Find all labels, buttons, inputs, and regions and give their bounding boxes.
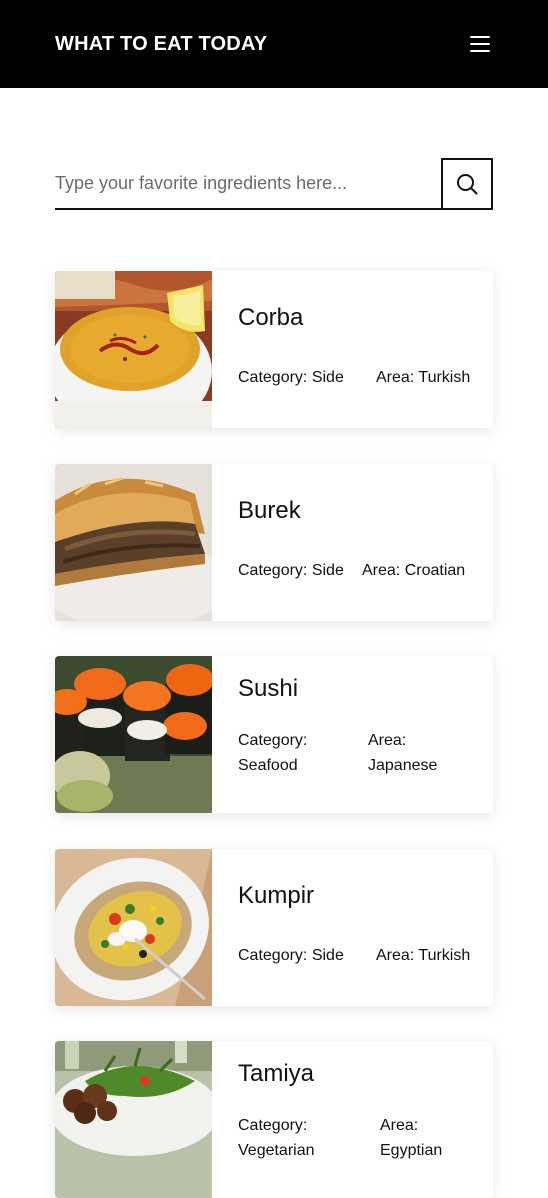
meal-image-kumpir[interactable] [55, 849, 212, 1006]
meal-name: Burek [238, 497, 301, 524]
meal-name: Sushi [238, 675, 299, 702]
search-icon [457, 174, 478, 195]
meal-card[interactable]: Tamiya Category: Vegetarian Area: Egypti… [55, 1041, 493, 1198]
meal-category: Category: Side [238, 369, 344, 386]
menu-bar-middle [470, 43, 490, 45]
meal-image-sushi[interactable] [55, 656, 212, 813]
meal-area: Area: Egyptian [380, 1117, 443, 1159]
meal-area: Area: Japanese [368, 732, 438, 774]
meal-area: Area: Turkish [376, 947, 471, 964]
search-button[interactable] [441, 158, 493, 210]
meal-card[interactable]: Sushi Category: Seafood Area: Japanese [55, 656, 493, 813]
meal-category: Category: Seafood [238, 732, 308, 774]
meal-area: Area: Turkish [376, 369, 471, 386]
menu-bar-top [470, 36, 490, 38]
meal-card[interactable]: Kumpir Category: Side Area: Turkish [55, 849, 493, 1006]
meal-name: Tamiya [238, 1060, 315, 1087]
search-form [55, 158, 493, 210]
hamburger-menu-icon[interactable] [466, 31, 494, 57]
meal-image-tamiya[interactable] [55, 1041, 212, 1198]
meal-category: Category: Side [238, 947, 344, 964]
menu-bar-bottom [470, 50, 490, 52]
top-navbar: WHAT TO EAT TODAY [0, 0, 548, 88]
meal-name: Kumpir [238, 882, 315, 909]
meal-name: Corba [238, 304, 304, 331]
site-title[interactable]: WHAT TO EAT TODAY [55, 31, 267, 57]
meal-category: Category: Side [238, 562, 344, 579]
meal-category: Category: Vegetarian [238, 1117, 315, 1159]
meal-image-burek[interactable] [55, 464, 212, 621]
meal-card[interactable]: Burek Category: Side Area: Croatian [55, 464, 493, 621]
meal-image-corba[interactable] [55, 271, 212, 428]
meal-area: Area: Croatian [362, 562, 466, 579]
meal-card[interactable]: Corba Category: Side Area: Turkish [55, 271, 493, 428]
search-input[interactable] [55, 158, 442, 210]
